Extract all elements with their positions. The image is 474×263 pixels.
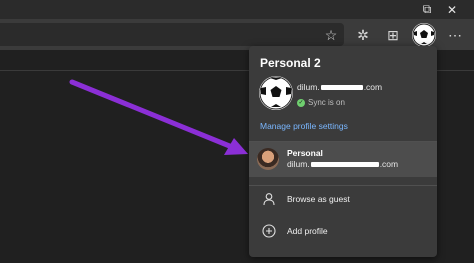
annotation-arrow — [69, 79, 248, 155]
